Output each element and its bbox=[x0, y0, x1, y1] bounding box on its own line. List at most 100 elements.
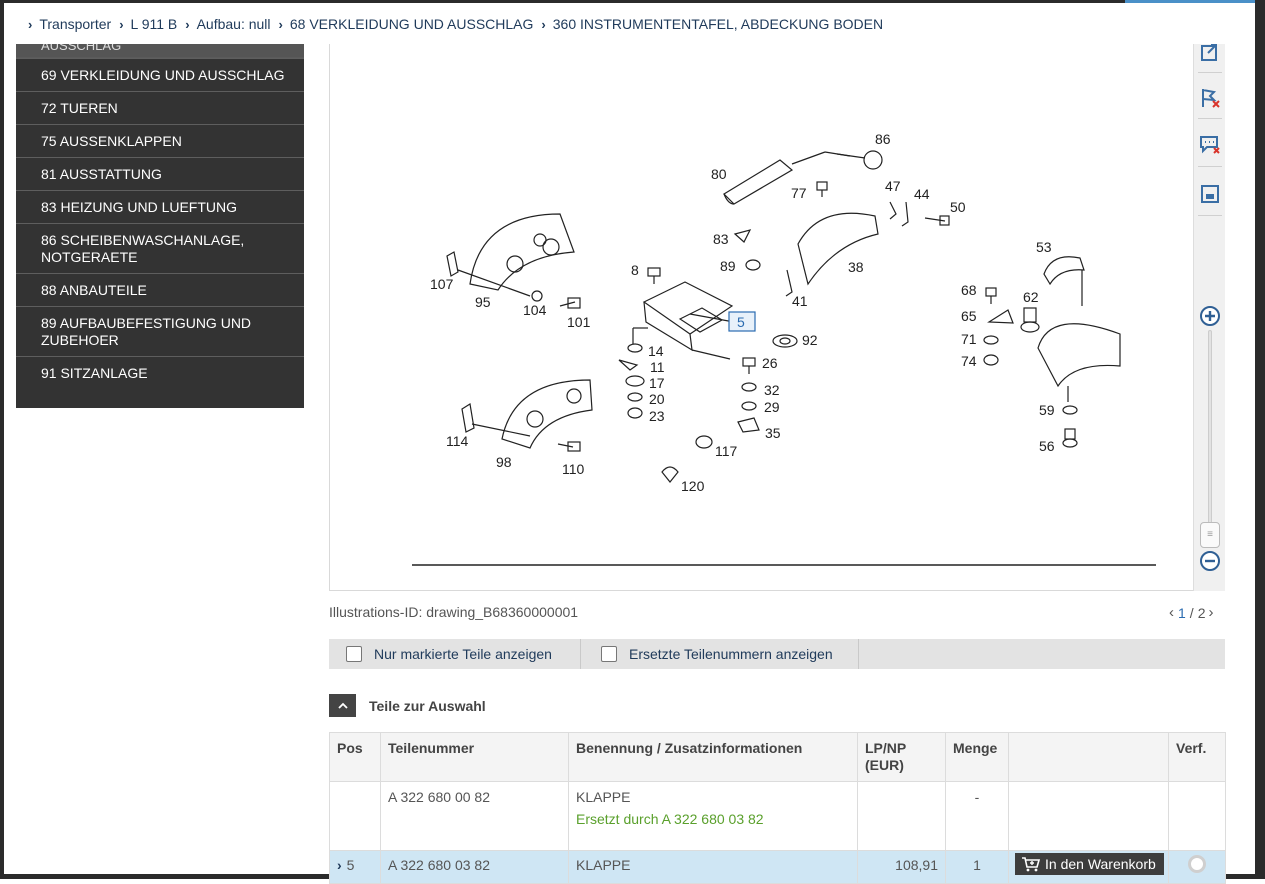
callout-47[interactable]: 47 bbox=[885, 178, 901, 194]
callout-120[interactable]: 120 bbox=[681, 478, 705, 494]
callout-107[interactable]: 107 bbox=[430, 276, 454, 292]
column-header-pos[interactable]: Pos bbox=[329, 732, 381, 782]
sidebar-item-88[interactable]: 88 ANBAUTEILE bbox=[16, 273, 304, 306]
add-to-cart-label: In den Warenkorb bbox=[1045, 856, 1156, 872]
callout-110[interactable]: 110 bbox=[562, 461, 585, 477]
callout-20[interactable]: 20 bbox=[649, 391, 665, 407]
chevron-right-icon: › bbox=[185, 16, 190, 32]
callout-68[interactable]: 68 bbox=[961, 282, 977, 298]
callout-23[interactable]: 23 bbox=[649, 408, 665, 424]
sidebar-item-81[interactable]: 81 AUSSTATTUNG bbox=[16, 157, 304, 190]
callout-86[interactable]: 86 bbox=[875, 131, 891, 147]
callout-44[interactable]: 44 bbox=[914, 186, 930, 202]
breadcrumb-item-subgroup[interactable]: › 360 INSTRUMENTENTAFEL, ABDECKUNG BODEN bbox=[541, 16, 891, 32]
sidebar-item-91[interactable]: 91 SITZANLAGE bbox=[16, 356, 304, 389]
callout-74[interactable]: 74 bbox=[961, 353, 977, 369]
sidebar-item-83[interactable]: 83 HEIZUNG UND LUEFTUNG bbox=[16, 190, 304, 223]
callout-83[interactable]: 83 bbox=[713, 231, 729, 247]
zoom-in-icon[interactable] bbox=[1198, 304, 1222, 328]
open-external-icon[interactable] bbox=[1198, 40, 1222, 64]
callout-62[interactable]: 62 bbox=[1023, 289, 1039, 305]
breadcrumb-label[interactable]: 68 VERKLEIDUNG UND AUSSCHLAG bbox=[290, 16, 534, 32]
flag-remove-icon[interactable] bbox=[1198, 86, 1222, 110]
callout-17[interactable]: 17 bbox=[649, 375, 665, 391]
breadcrumb-item-transporter[interactable]: › Transporter bbox=[28, 16, 119, 32]
callout-89[interactable]: 89 bbox=[720, 258, 736, 274]
breadcrumb-item-group[interactable]: › 68 VERKLEIDUNG UND AUSSCHLAG bbox=[279, 16, 542, 32]
drawing-toolbar: ≡ bbox=[1193, 44, 1225, 591]
callout-104[interactable]: 104 bbox=[523, 302, 547, 318]
page-current[interactable]: 1 bbox=[1178, 605, 1186, 621]
breadcrumb-label[interactable]: Aufbau: null bbox=[197, 16, 271, 32]
sidebar-item-69[interactable]: 69 VERKLEIDUNG UND AUSSCHLAG bbox=[16, 58, 304, 91]
replaced-numbers-checkbox[interactable] bbox=[601, 646, 617, 662]
chevron-right-icon[interactable]: › bbox=[337, 857, 342, 873]
callout-29[interactable]: 29 bbox=[764, 399, 780, 415]
filter-marked-parts[interactable]: Nur markierte Teile anzeigen bbox=[329, 639, 581, 669]
table-row[interactable]: A 322 680 00 82 KLAPPE Ersetzt durch A 3… bbox=[329, 781, 1226, 851]
filter-replaced-numbers[interactable]: Ersetzte Teilenummern anzeigen bbox=[581, 639, 859, 669]
parts-illustration[interactable]: 86 80 77 47 44 50 83 89 38 8 41 53 68 62… bbox=[329, 44, 1225, 591]
chevron-right-icon[interactable]: › bbox=[1208, 604, 1213, 621]
breadcrumb-label[interactable]: Transporter bbox=[39, 16, 111, 32]
sidebar-item-89[interactable]: 89 AUFBAUBEFESTIGUNG UND ZUBEHOER bbox=[16, 306, 304, 356]
chevron-left-icon[interactable]: ‹ bbox=[1169, 604, 1174, 621]
callout-41[interactable]: 41 bbox=[792, 293, 808, 309]
zoom-slider-handle[interactable]: ≡ bbox=[1200, 522, 1220, 548]
illustration-id: Illustrations-ID: drawing_B68360000001 bbox=[329, 604, 579, 620]
sidebar-item-clipped[interactable]: AUSSCHLAG bbox=[16, 44, 304, 58]
zoom-out-icon[interactable] bbox=[1198, 549, 1222, 573]
breadcrumb-item-model[interactable]: › L 911 B bbox=[119, 16, 185, 32]
callout-92[interactable]: 92 bbox=[802, 332, 818, 348]
callout-65[interactable]: 65 bbox=[961, 308, 977, 324]
callout-53[interactable]: 53 bbox=[1036, 239, 1052, 255]
page-total[interactable]: 2 bbox=[1198, 605, 1206, 621]
callout-56[interactable]: 56 bbox=[1039, 438, 1055, 454]
callout-38[interactable]: 38 bbox=[848, 259, 864, 275]
toolbar-divider bbox=[1198, 72, 1222, 73]
callout-117[interactable]: 117 bbox=[715, 443, 738, 459]
marked-parts-checkbox[interactable] bbox=[346, 646, 362, 662]
breadcrumb-label[interactable]: 360 INSTRUMENTENTAFEL, ABDECKUNG BODEN bbox=[553, 16, 883, 32]
column-header-qty[interactable]: Menge bbox=[945, 732, 1009, 782]
collapse-button[interactable] bbox=[329, 694, 356, 717]
exploded-view-drawing: 86 80 77 47 44 50 83 89 38 8 41 53 68 62… bbox=[412, 131, 1156, 566]
column-header-name[interactable]: Benennung / Zusatzinformationen bbox=[568, 732, 858, 782]
part-name: KLAPPE bbox=[576, 789, 631, 805]
chevron-right-icon: › bbox=[28, 16, 33, 32]
group-sidebar: AUSSCHLAG 69 VERKLEIDUNG UND AUSSCHLAG 7… bbox=[16, 44, 304, 408]
callout-26[interactable]: 26 bbox=[762, 355, 778, 371]
callout-50[interactable]: 50 bbox=[950, 199, 966, 215]
illustration-pager: ‹ 1 / 2 › bbox=[1169, 604, 1213, 621]
column-header-price[interactable]: LP/NP (EUR) bbox=[857, 732, 946, 782]
zoom-slider-track[interactable] bbox=[1208, 330, 1212, 544]
sidebar-item-72[interactable]: 72 TUEREN bbox=[16, 91, 304, 124]
window-icon[interactable] bbox=[1198, 182, 1222, 206]
comment-remove-icon[interactable] bbox=[1198, 133, 1222, 157]
callout-98[interactable]: 98 bbox=[496, 454, 512, 470]
callout-95[interactable]: 95 bbox=[475, 294, 491, 310]
app-window: › Transporter › L 911 B › Aufbau: null › 68 … bbox=[0, 0, 1265, 884]
callout-11[interactable]: 11 bbox=[650, 359, 665, 375]
callout-35[interactable]: 35 bbox=[765, 425, 781, 441]
column-header-verf[interactable]: Verf. bbox=[1168, 732, 1226, 782]
sidebar-item-86[interactable]: 86 SCHEIBENWASCHANLAGE, NOTGERAETE bbox=[16, 223, 304, 273]
callout-71[interactable]: 71 bbox=[961, 331, 977, 347]
add-to-cart-button[interactable]: In den Warenkorb bbox=[1015, 853, 1164, 875]
breadcrumb: › Transporter › L 911 B › Aufbau: null › 68 … bbox=[28, 14, 891, 34]
sidebar-item-75[interactable]: 75 AUSSENKLAPPEN bbox=[16, 124, 304, 157]
callout-77[interactable]: 77 bbox=[791, 185, 807, 201]
callout-114[interactable]: 114 bbox=[446, 433, 469, 449]
callout-14[interactable]: 14 bbox=[648, 343, 664, 359]
availability-indicator[interactable] bbox=[1188, 855, 1206, 873]
callout-8[interactable]: 8 bbox=[631, 262, 639, 278]
callout-32[interactable]: 32 bbox=[764, 382, 780, 398]
column-header-partnumber[interactable]: Teilenummer bbox=[380, 732, 569, 782]
breadcrumb-item-aufbau[interactable]: › Aufbau: null bbox=[185, 16, 278, 32]
cell-name: KLAPPE Ersetzt durch A 322 680 03 82 bbox=[568, 781, 858, 851]
callout-101[interactable]: 101 bbox=[567, 314, 591, 330]
callout-5[interactable]: 5 bbox=[737, 314, 745, 330]
callout-80[interactable]: 80 bbox=[711, 166, 727, 182]
callout-59[interactable]: 59 bbox=[1039, 402, 1055, 418]
breadcrumb-label[interactable]: L 911 B bbox=[131, 16, 178, 32]
